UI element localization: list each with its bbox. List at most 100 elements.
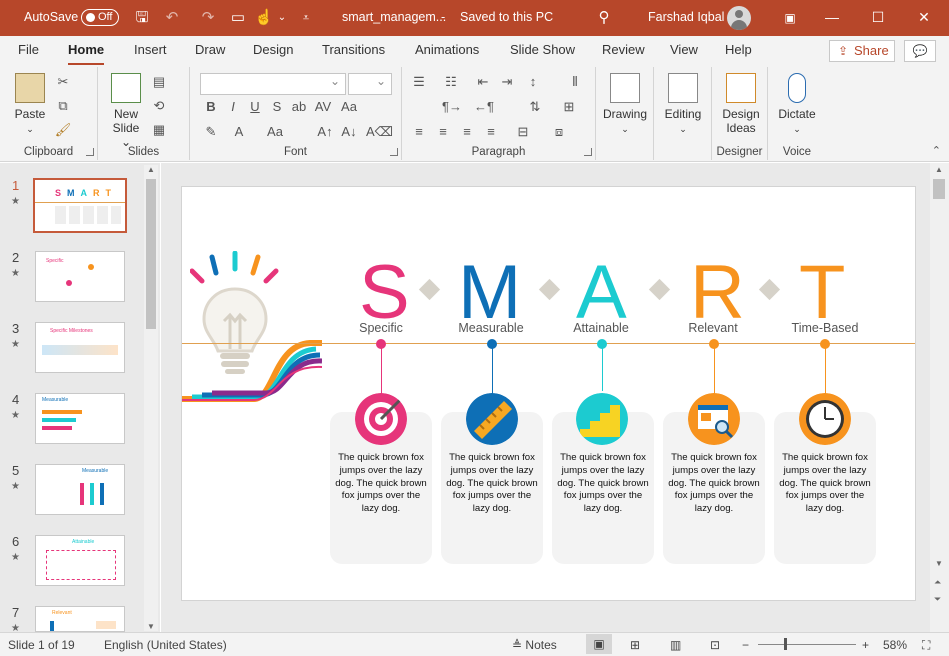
bold-icon[interactable]: B xyxy=(202,98,220,116)
tab-draw[interactable]: Draw xyxy=(195,42,225,57)
previous-slide-icon[interactable]: ⏶ xyxy=(934,577,941,588)
change-case-icon[interactable]: Aa xyxy=(340,98,358,116)
font-case-icon[interactable]: Aa xyxy=(266,123,284,141)
slide-thumbnail-3[interactable]: Specific Milestones xyxy=(35,322,125,373)
qat-more-icon[interactable]: ⌄ xyxy=(272,8,292,28)
scroll-up-icon[interactable]: ▲ xyxy=(147,165,155,174)
comments-button[interactable]: 💬 xyxy=(904,40,936,62)
columns-icon[interactable]: ⫴ xyxy=(566,73,584,91)
ribbon-display-options-icon[interactable]: ▣ xyxy=(780,8,800,28)
text-direction-icon[interactable]: ⇅ xyxy=(526,98,544,116)
scroll-down-icon[interactable]: ▼ xyxy=(147,622,155,631)
smartart-icon[interactable]: ⊞ xyxy=(560,98,578,116)
scrollbar-thumb[interactable] xyxy=(146,179,156,329)
highlight-icon[interactable]: ✎ xyxy=(202,123,220,141)
align-center-icon[interactable]: ≡ xyxy=(434,123,452,141)
zoom-level[interactable]: 58% xyxy=(883,638,907,652)
grow-font-icon[interactable]: A↑ xyxy=(316,123,334,141)
tab-design[interactable]: Design xyxy=(253,42,293,57)
convert-smartart-icon[interactable]: ⧈ xyxy=(550,123,568,141)
design-ideas-button[interactable]: Design Ideas xyxy=(716,73,766,135)
present-icon[interactable]: ▭ xyxy=(228,8,248,28)
tab-home[interactable]: Home xyxy=(68,42,105,66)
tab-view[interactable]: View xyxy=(670,42,698,57)
tab-animations[interactable]: Animations xyxy=(415,42,479,57)
redo-icon[interactable]: ↷ xyxy=(198,8,218,28)
close-icon[interactable]: ✕ xyxy=(901,0,947,36)
scroll-down-icon[interactable]: ▼ xyxy=(935,559,943,568)
reset-icon[interactable]: ⟲ xyxy=(150,97,168,115)
slide-thumbnail-5[interactable]: Measurable xyxy=(35,464,125,515)
zoom-in-icon[interactable]: + xyxy=(862,638,869,652)
minimize-icon[interactable]: — xyxy=(809,0,855,36)
undo-icon[interactable]: ↶ xyxy=(162,8,182,28)
zoom-slider[interactable] xyxy=(758,644,856,645)
section-icon[interactable]: ▦ xyxy=(150,121,168,139)
new-slide-button[interactable]: New Slide ⌄ xyxy=(106,73,146,149)
avatar[interactable] xyxy=(727,6,751,30)
shrink-font-icon[interactable]: A↓ xyxy=(340,123,358,141)
customize-qat-icon[interactable]: ⩡ xyxy=(296,8,316,28)
char-spacing-icon[interactable]: AV xyxy=(314,98,332,116)
fit-to-window-icon[interactable]: ⛶ xyxy=(922,638,930,653)
editing-button[interactable]: Editing ⌄ xyxy=(658,73,708,136)
slide-thumbnail-1[interactable]: SMART xyxy=(33,178,127,233)
collapse-ribbon-icon[interactable]: ⌃ xyxy=(932,144,941,157)
font-launcher-icon[interactable] xyxy=(390,148,398,156)
slide-scrollbar[interactable]: ▲ ▼ ⏶ ⏷ xyxy=(930,163,949,632)
clipboard-launcher-icon[interactable] xyxy=(86,148,94,156)
line-spacing-icon[interactable]: ↕ xyxy=(524,73,542,91)
maximize-icon[interactable]: ☐ xyxy=(855,0,901,36)
justify-icon[interactable]: ≡ xyxy=(482,123,500,141)
slide-thumbnail-7[interactable]: Relevant xyxy=(35,606,125,632)
dictate-button[interactable]: Dictate ⌄ xyxy=(772,73,822,136)
paste-button[interactable]: Paste ⌄ xyxy=(10,73,50,136)
slide-sorter-icon[interactable]: ⊞ xyxy=(630,638,640,652)
user-name[interactable]: Farshad Iqbal xyxy=(648,10,724,24)
bullets-icon[interactable]: ☰ xyxy=(410,73,428,91)
autosave-toggle[interactable]: Off xyxy=(81,9,119,26)
clear-format-icon[interactable]: A⌫ xyxy=(366,123,393,141)
zoom-out-icon[interactable]: − xyxy=(742,638,749,652)
reading-view-icon[interactable]: ▥ xyxy=(670,638,681,652)
language-indicator[interactable]: English (United States) xyxy=(104,638,227,652)
scrollbar-thumb[interactable] xyxy=(933,179,945,199)
font-name-combo[interactable] xyxy=(200,73,346,95)
underline-icon[interactable]: U xyxy=(246,98,264,116)
share-button[interactable]: ⇪ Share xyxy=(829,40,895,62)
italic-icon[interactable]: I xyxy=(224,98,242,116)
tab-file[interactable]: File xyxy=(18,42,39,57)
next-slide-icon[interactable]: ⏷ xyxy=(934,594,941,605)
format-painter-icon[interactable]: 🖌 xyxy=(54,121,72,139)
notes-button[interactable]: ≜ Notes xyxy=(512,638,557,652)
tab-slide-show[interactable]: Slide Show xyxy=(510,42,575,57)
cut-icon[interactable]: ✂ xyxy=(54,73,72,91)
align-text-icon[interactable]: ⊟ xyxy=(514,123,532,141)
drawing-button[interactable]: Drawing ⌄ xyxy=(600,73,650,136)
numbering-icon[interactable]: ☷ xyxy=(442,73,460,91)
tab-transitions[interactable]: Transitions xyxy=(322,42,385,57)
text-direction-rtl-icon[interactable]: ←¶ xyxy=(474,98,494,116)
slide-show-icon[interactable]: ⊡ xyxy=(710,638,720,652)
align-right-icon[interactable]: ≡ xyxy=(458,123,476,141)
paragraph-launcher-icon[interactable] xyxy=(584,148,592,156)
text-shadow-icon[interactable]: ab xyxy=(290,98,308,116)
align-left-icon[interactable]: ≡ xyxy=(410,123,428,141)
tab-review[interactable]: Review xyxy=(602,42,645,57)
zoom-slider-thumb[interactable] xyxy=(784,638,787,650)
save-icon[interactable]: 🖫 xyxy=(132,8,152,28)
font-color-icon[interactable]: A xyxy=(230,123,248,141)
thumbnail-scrollbar[interactable]: ▲ ▼ xyxy=(144,165,158,631)
increase-indent-icon[interactable]: ⇥ xyxy=(498,73,516,91)
search-icon[interactable]: ⚲ xyxy=(594,8,614,28)
slide[interactable]: S M A R T Specific Measurable Attainable… xyxy=(181,186,916,601)
font-size-combo[interactable] xyxy=(348,73,392,95)
layout-icon[interactable]: ▤ xyxy=(150,73,168,91)
tab-help[interactable]: Help xyxy=(725,42,752,57)
slide-thumbnail-2[interactable]: Specific xyxy=(35,251,125,302)
touch-mode-icon[interactable]: ☝ xyxy=(254,8,274,28)
slide-thumbnail-4[interactable]: Measurable xyxy=(35,393,125,444)
slide-thumbnails-pane[interactable]: 1 ★ SMART 2 ★ Specific 3 ★ Specific Mile… xyxy=(0,163,160,634)
decrease-indent-icon[interactable]: ⇤ xyxy=(474,73,492,91)
slide-thumbnail-6[interactable]: Attainable xyxy=(35,535,125,586)
